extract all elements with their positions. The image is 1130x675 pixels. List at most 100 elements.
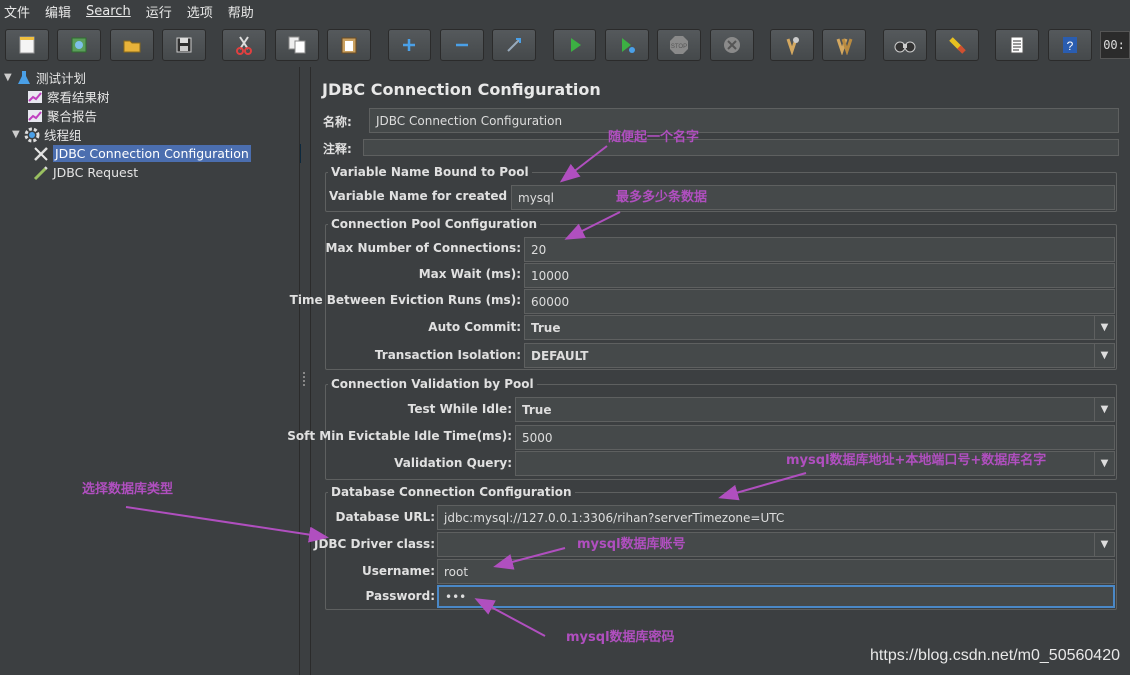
expand-button[interactable]: [387, 29, 432, 61]
splitter-grip[interactable]: [303, 372, 308, 386]
max-connections-field[interactable]: 20: [524, 237, 1115, 262]
config-panel: JDBC Connection Configuration 名称: JDBC C…: [287, 67, 1130, 675]
menu-options[interactable]: 选项: [187, 2, 213, 21]
toggle-button[interactable]: [492, 29, 537, 61]
isolation-value: DEFAULT: [531, 348, 589, 363]
toggle-icon: [507, 38, 522, 52]
clear-all-icon: [836, 38, 853, 55]
chevron-down-icon[interactable]: ▼: [1094, 344, 1114, 367]
elapsed-time: 00:: [1100, 31, 1130, 59]
username-label: Username:: [361, 564, 435, 578]
paste-icon: [341, 37, 357, 54]
cut-button[interactable]: [222, 29, 267, 61]
variable-group-title: Variable Name Bound to Pool: [328, 165, 532, 179]
templates-icon: [71, 37, 87, 53]
save-button[interactable]: [162, 29, 206, 61]
svg-text:STOP: STOP: [671, 44, 687, 50]
password-field[interactable]: •••: [437, 585, 1115, 608]
soft-min-field[interactable]: 5000: [515, 425, 1115, 450]
driver-class-label: JDBC Driver class:: [313, 537, 435, 551]
paste-button[interactable]: [327, 29, 372, 61]
function-helper-button[interactable]: [995, 29, 1040, 61]
reset-search-button[interactable]: [935, 29, 979, 61]
tree-item-thread-group[interactable]: ▼ 线程组: [12, 125, 82, 144]
soft-min-label: Soft Min Evictable Idle Time(ms):: [287, 429, 512, 443]
chevron-down-icon[interactable]: ▼: [1094, 533, 1114, 556]
toolbar: STOP ? 00:: [0, 24, 1130, 66]
isolation-select[interactable]: DEFAULT ▼: [524, 343, 1115, 368]
driver-class-select[interactable]: ▼: [437, 532, 1115, 557]
comment-field[interactable]: [363, 139, 1119, 156]
clear-all-button[interactable]: [822, 29, 867, 61]
validation-group-title: Connection Validation by Pool: [328, 377, 537, 391]
chevron-down-icon[interactable]: ▼: [1094, 398, 1114, 421]
name-field[interactable]: JDBC Connection Configuration: [369, 108, 1119, 133]
comment-label: 注释:: [323, 142, 352, 156]
chevron-down-icon[interactable]: ▼: [1094, 316, 1114, 339]
help-icon: ?: [1062, 37, 1077, 53]
test-idle-select[interactable]: True ▼: [515, 397, 1115, 422]
stop-button[interactable]: STOP: [657, 29, 702, 61]
menu-file[interactable]: 文件: [4, 2, 30, 21]
tree-label: JDBC Connection Configuration: [53, 145, 251, 162]
max-connections-label: Max Number of Connections:: [325, 241, 521, 255]
start-no-pause-button[interactable]: [604, 29, 649, 61]
thread-group-icon: [24, 127, 40, 142]
menu-help[interactable]: 帮助: [228, 2, 254, 21]
start-button[interactable]: [552, 29, 597, 61]
start-icon: [570, 38, 581, 52]
tree-label: 线程组: [44, 128, 82, 143]
name-label: 名称:: [323, 115, 352, 129]
expand-arrow-icon[interactable]: ▼: [4, 72, 16, 83]
test-plan-tree: ▼ 测试计划 察看结果树 聚合报告 ▼ 线程组 JDBC Connection …: [0, 67, 303, 675]
menu-run[interactable]: 运行: [146, 2, 172, 21]
tree-label: 聚合报告: [47, 109, 98, 124]
tree-item-test-plan[interactable]: ▼ 测试计划: [4, 68, 86, 87]
menu-edit[interactable]: 编辑: [45, 2, 71, 21]
function-helper-icon: [1010, 36, 1024, 54]
menu-search[interactable]: Search: [86, 4, 131, 19]
search-button[interactable]: [882, 29, 927, 61]
collapse-button[interactable]: [439, 29, 484, 61]
clear-icon: [786, 37, 799, 55]
open-icon: [123, 40, 141, 53]
templates-button[interactable]: [57, 29, 102, 61]
clear-button[interactable]: [770, 29, 814, 61]
reset-search-icon: [949, 37, 966, 54]
splitter[interactable]: [301, 67, 311, 675]
expand-arrow-icon[interactable]: ▼: [12, 129, 24, 140]
db-url-field[interactable]: jdbc:mysql://127.0.0.1:3306/rihan?server…: [437, 505, 1115, 530]
tree-item-view-results-tree[interactable]: 察看结果树: [27, 87, 110, 106]
help-button[interactable]: ?: [1047, 29, 1092, 61]
shutdown-button[interactable]: [709, 29, 754, 61]
eviction-field[interactable]: 60000: [524, 289, 1115, 314]
max-wait-field[interactable]: 10000: [524, 263, 1115, 288]
expand-icon: [403, 39, 416, 51]
copy-icon: [288, 36, 306, 54]
tree-label: JDBC Request: [53, 165, 139, 180]
test-plan-icon: [18, 70, 30, 84]
copy-button[interactable]: [274, 29, 319, 61]
listener-icon: [28, 90, 42, 103]
isolation-label: Transaction Isolation:: [374, 348, 521, 362]
new-button[interactable]: [5, 29, 49, 61]
eviction-label: Time Between Eviction Runs (ms):: [289, 293, 521, 307]
config-icon: [34, 146, 48, 161]
test-idle-label: Test While Idle:: [407, 402, 512, 416]
pool-name-field[interactable]: mysql: [511, 185, 1115, 210]
tree-label: 察看结果树: [47, 90, 110, 105]
password-label: Password:: [365, 589, 436, 603]
chevron-down-icon[interactable]: ▼: [1094, 452, 1114, 475]
stop-icon: STOP: [670, 36, 689, 54]
tree-item-jdbc-connection-configuration[interactable]: JDBC Connection Configuration: [3, 144, 303, 163]
auto-commit-label: Auto Commit:: [428, 320, 521, 334]
pool-config-group-title: Connection Pool Configuration: [328, 217, 541, 231]
auto-commit-select[interactable]: True ▼: [524, 315, 1115, 340]
username-field[interactable]: root: [437, 559, 1115, 584]
open-button[interactable]: [109, 29, 154, 61]
new-icon: [19, 36, 35, 54]
tree-item-aggregate-report[interactable]: 聚合报告: [27, 106, 97, 125]
annotation-driver: 选择数据库类型: [82, 482, 174, 497]
watermark: https://blog.csdn.net/m0_50560420: [870, 647, 1120, 664]
tree-item-jdbc-request[interactable]: JDBC Request: [33, 163, 138, 182]
